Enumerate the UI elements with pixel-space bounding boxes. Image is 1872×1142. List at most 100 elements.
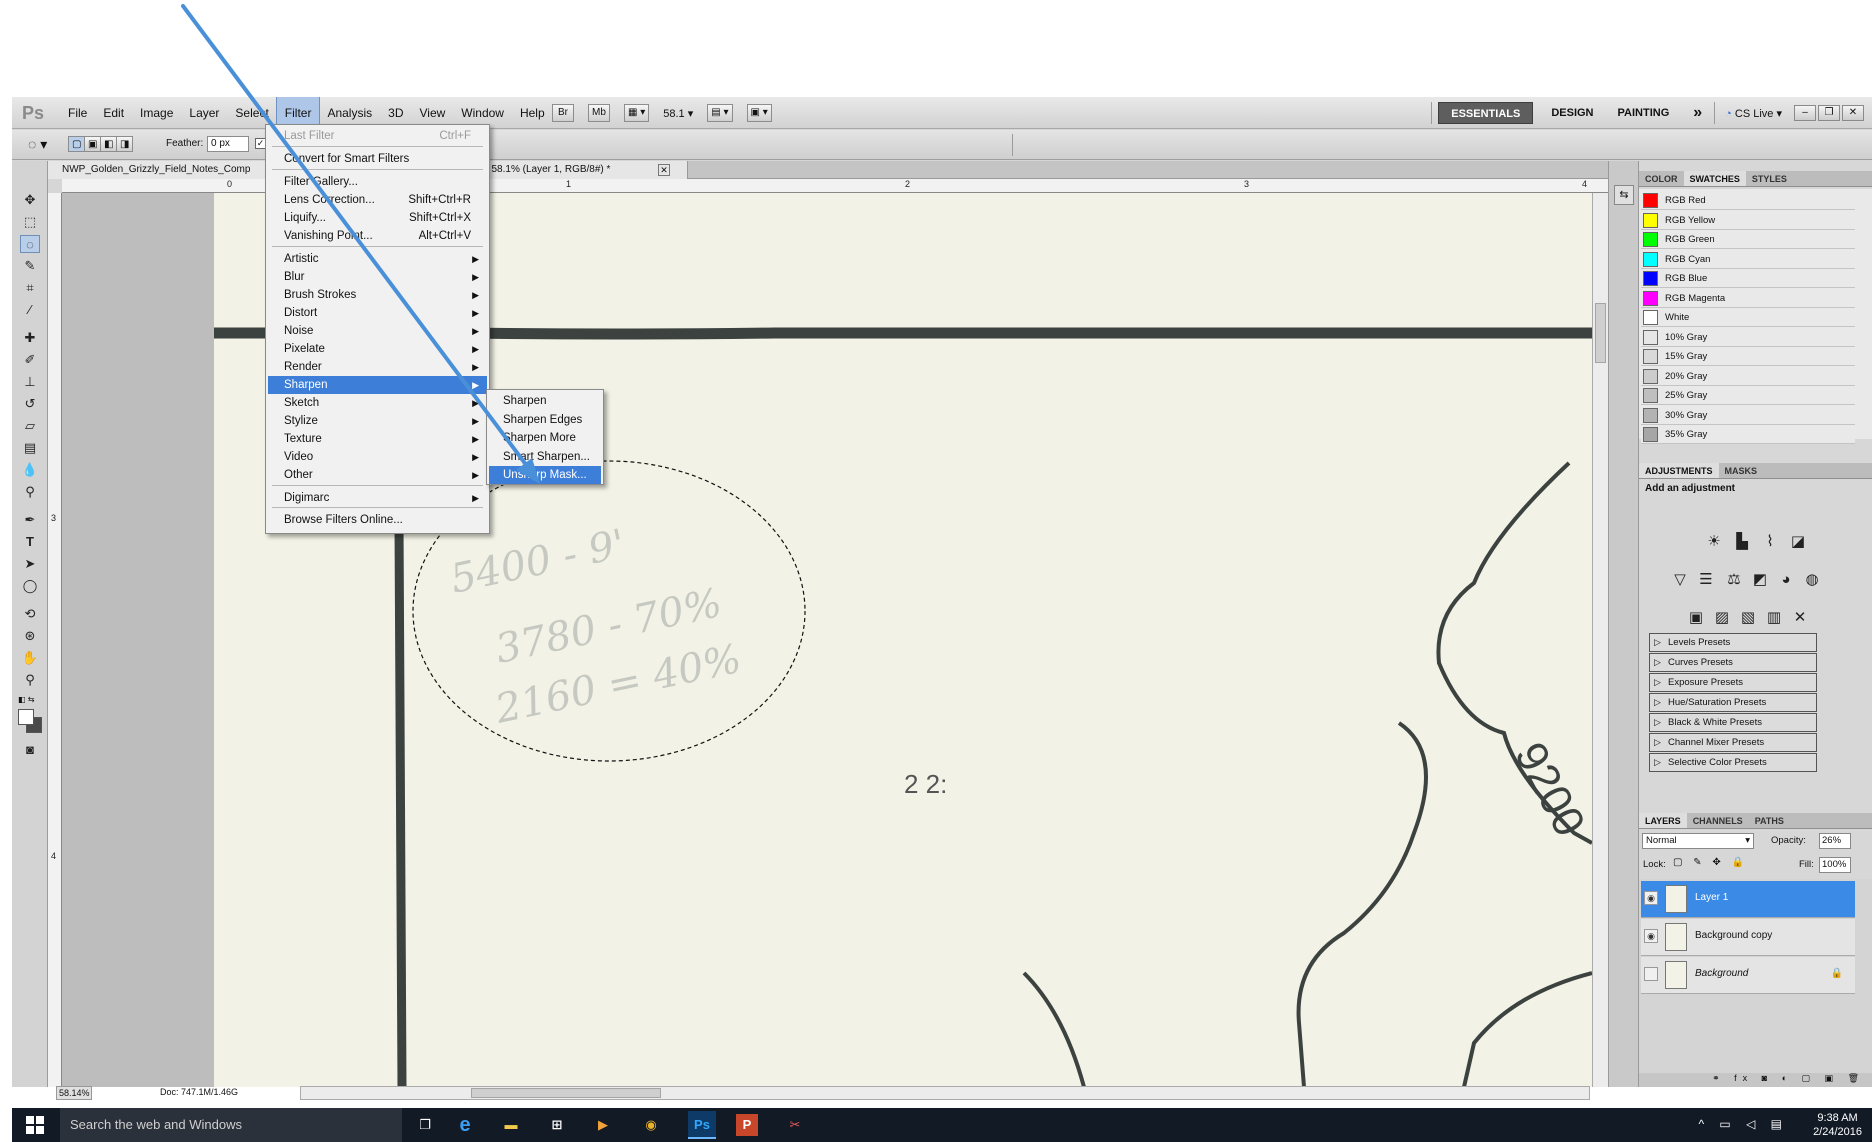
zoom-level-dropdown[interactable]: 58.1 ▾ <box>663 107 693 120</box>
sharpen-submenu-item-sharpen[interactable]: Sharpen <box>489 392 601 410</box>
tab-paths[interactable]: PATHS <box>1749 813 1790 828</box>
invert-icon[interactable]: ▣ <box>1685 607 1707 629</box>
opacity-input[interactable]: 26% <box>1819 833 1851 849</box>
cs-live-button[interactable]: ◔ CS Live ▾ <box>1715 107 1792 120</box>
system-tray-icons[interactable]: ^ ▭ ◁ ▤ <box>1698 1117 1788 1131</box>
new-selection-button[interactable]: ▢ <box>68 136 86 152</box>
tab-channels[interactable]: CHANNELS <box>1687 813 1749 828</box>
lasso-tool-icon[interactable]: ◌ <box>20 235 40 253</box>
swatch-rgb-green[interactable]: RGB Green <box>1641 230 1855 249</box>
spot-healing-tool-icon[interactable]: ✚ <box>20 329 40 347</box>
blur-tool-icon[interactable]: 💧 <box>20 461 40 479</box>
minimize-button[interactable]: – <box>1794 105 1816 121</box>
move-tool-icon[interactable]: ✥ <box>20 191 40 209</box>
launch-bridge-button[interactable]: Br <box>552 104 574 122</box>
filter-menu-item-brush-strokes[interactable]: Brush Strokes ▶ <box>268 286 487 304</box>
scrollbar-thumb[interactable] <box>1595 303 1606 363</box>
vibrance-icon[interactable]: ▽ <box>1669 569 1691 591</box>
swatch-rgb-magenta[interactable]: RGB Magenta <box>1641 288 1855 308</box>
swatch-15-gray[interactable]: 15% Gray <box>1641 347 1855 366</box>
lasso-tool-preset-icon[interactable]: ◌ ▾ <box>28 136 47 153</box>
sharpen-submenu-item-smart-sharpen[interactable]: Smart Sharpen... <box>489 448 601 466</box>
hand-tool-icon[interactable]: ✋ <box>20 649 40 667</box>
close-document-button[interactable]: ✕ <box>658 164 670 176</box>
history-brush-tool-icon[interactable]: ↺ <box>20 395 40 413</box>
preset-hue-saturation-presets[interactable]: Hue/Saturation Presets <box>1649 693 1817 712</box>
gradient-map-icon[interactable]: ▥ <box>1763 607 1785 629</box>
swatch-30-gray[interactable]: 30% Gray <box>1641 405 1855 425</box>
channel-mixer-icon[interactable]: ◍ <box>1801 569 1823 591</box>
workspace-design[interactable]: DESIGN <box>1539 97 1605 129</box>
hue-saturation-icon[interactable]: ☰ <box>1695 569 1717 591</box>
levels-icon[interactable]: ▙ <box>1731 531 1753 553</box>
edge-browser-icon[interactable]: e <box>454 1114 476 1136</box>
taskbar-clock[interactable]: 9:38 AM 2/24/2016 <box>1813 1111 1862 1139</box>
menu-file[interactable]: File <box>60 97 95 129</box>
crop-tool-icon[interactable]: ⌗ <box>20 279 40 297</box>
quick-mask-icon[interactable]: ◙ <box>20 741 40 759</box>
swatch-white[interactable]: White <box>1641 308 1855 327</box>
preset-levels-presets[interactable]: Levels Presets <box>1649 633 1817 652</box>
taskbar-search-box[interactable]: Search the web and Windows <box>60 1108 402 1142</box>
sharpen-submenu-item-sharpen-edges[interactable]: Sharpen Edges <box>489 411 601 429</box>
tab-styles[interactable]: STYLES <box>1746 171 1793 186</box>
filter-menu-item-stylize[interactable]: Stylize ▶ <box>268 412 487 430</box>
horizontal-scrollbar[interactable] <box>300 1086 1590 1100</box>
filter-menu-item-noise[interactable]: Noise ▶ <box>268 322 487 340</box>
restore-button[interactable]: ❐ <box>1818 105 1840 121</box>
view-extras-button[interactable]: ▦ ▾ <box>624 104 650 122</box>
workspace-painting[interactable]: PAINTING <box>1606 97 1682 129</box>
menu-image[interactable]: Image <box>132 97 181 129</box>
lock-options-icon[interactable]: ▢ ✎ ✥ 🔒 <box>1673 857 1748 868</box>
foreground-color-swatch[interactable] <box>18 709 34 725</box>
brightness-contrast-icon[interactable]: ☀ <box>1703 531 1725 553</box>
swatch-20-gray[interactable]: 20% Gray <box>1641 366 1855 386</box>
clone-stamp-tool-icon[interactable]: ⊥ <box>20 373 40 391</box>
filter-menu-item-video[interactable]: Video ▶ <box>268 448 487 466</box>
gradient-tool-icon[interactable]: ▤ <box>20 439 40 457</box>
zoom-status[interactable]: 58.14% <box>56 1086 92 1100</box>
preset-black-white-presets[interactable]: Black & White Presets <box>1649 713 1817 732</box>
quick-selection-tool-icon[interactable]: ✎ <box>20 257 40 275</box>
black-white-icon[interactable]: ◩ <box>1749 569 1771 591</box>
snipping-tool-icon[interactable]: ✂ <box>784 1114 806 1136</box>
tab-adjustments[interactable]: ADJUSTMENTS <box>1639 463 1719 478</box>
layer-visibility-eye-icon[interactable]: ◉ <box>1644 891 1658 905</box>
eraser-tool-icon[interactable]: ▱ <box>20 417 40 435</box>
dodge-tool-icon[interactable]: ⚲ <box>20 483 40 501</box>
path-selection-tool-icon[interactable]: ➤ <box>20 555 40 573</box>
filter-menu-item-render[interactable]: Render ▶ <box>268 358 487 376</box>
menu-edit[interactable]: Edit <box>95 97 132 129</box>
media-app-icon[interactable]: ▶ <box>592 1114 614 1136</box>
selective-color-icon[interactable]: ✕ <box>1789 607 1811 629</box>
swatch-rgb-cyan[interactable]: RGB Cyan <box>1641 249 1855 269</box>
filter-menu-item-lens-correction[interactable]: Lens Correction... Shift+Ctrl+R <box>268 191 487 209</box>
file-explorer-icon[interactable]: ▬ <box>500 1114 522 1136</box>
filter-menu-item-convert-for-smart-filters[interactable]: Convert for Smart Filters <box>268 150 487 168</box>
store-icon[interactable]: ⊞ <box>546 1114 568 1136</box>
3d-rotate-tool-icon[interactable]: ⟲ <box>20 605 40 623</box>
feather-input[interactable]: 0 px <box>207 136 249 152</box>
layer-visibility-eye-icon[interactable] <box>1644 967 1658 981</box>
filter-menu-item-distort[interactable]: Distort ▶ <box>268 304 487 322</box>
brush-tool-icon[interactable]: ✐ <box>20 351 40 369</box>
preset-exposure-presets[interactable]: Exposure Presets <box>1649 673 1817 692</box>
chrome-icon[interactable]: ◉ <box>640 1114 662 1136</box>
swatch-35-gray[interactable]: 35% Gray <box>1641 425 1855 444</box>
filter-menu-item-texture[interactable]: Texture ▶ <box>268 430 487 448</box>
swatch-rgb-yellow[interactable]: RGB Yellow <box>1641 210 1855 230</box>
subtract-from-selection-button[interactable]: ◧ <box>100 136 118 152</box>
threshold-icon[interactable]: ▧ <box>1737 607 1759 629</box>
screen-mode-button[interactable]: ▣ ▾ <box>746 104 772 122</box>
type-tool-icon[interactable]: T <box>20 533 40 551</box>
filter-menu-item-vanishing-point[interactable]: Vanishing Point... Alt+Ctrl+V <box>268 227 487 245</box>
posterize-icon[interactable]: ▨ <box>1711 607 1733 629</box>
preset-selective-color-presets[interactable]: Selective Color Presets <box>1649 753 1817 772</box>
filter-menu-item-blur[interactable]: Blur ▶ <box>268 268 487 286</box>
preset-channel-mixer-presets[interactable]: Channel Mixer Presets <box>1649 733 1817 752</box>
filter-menu-item-sketch[interactable]: Sketch ▶ <box>268 394 487 412</box>
launch-mini-bridge-button[interactable]: Mb <box>588 104 610 122</box>
color-balance-icon[interactable]: ⚖ <box>1723 569 1745 591</box>
workspace-essentials[interactable]: ESSENTIALS <box>1438 102 1534 124</box>
marquee-tool-icon[interactable]: ⬚ <box>20 213 40 231</box>
